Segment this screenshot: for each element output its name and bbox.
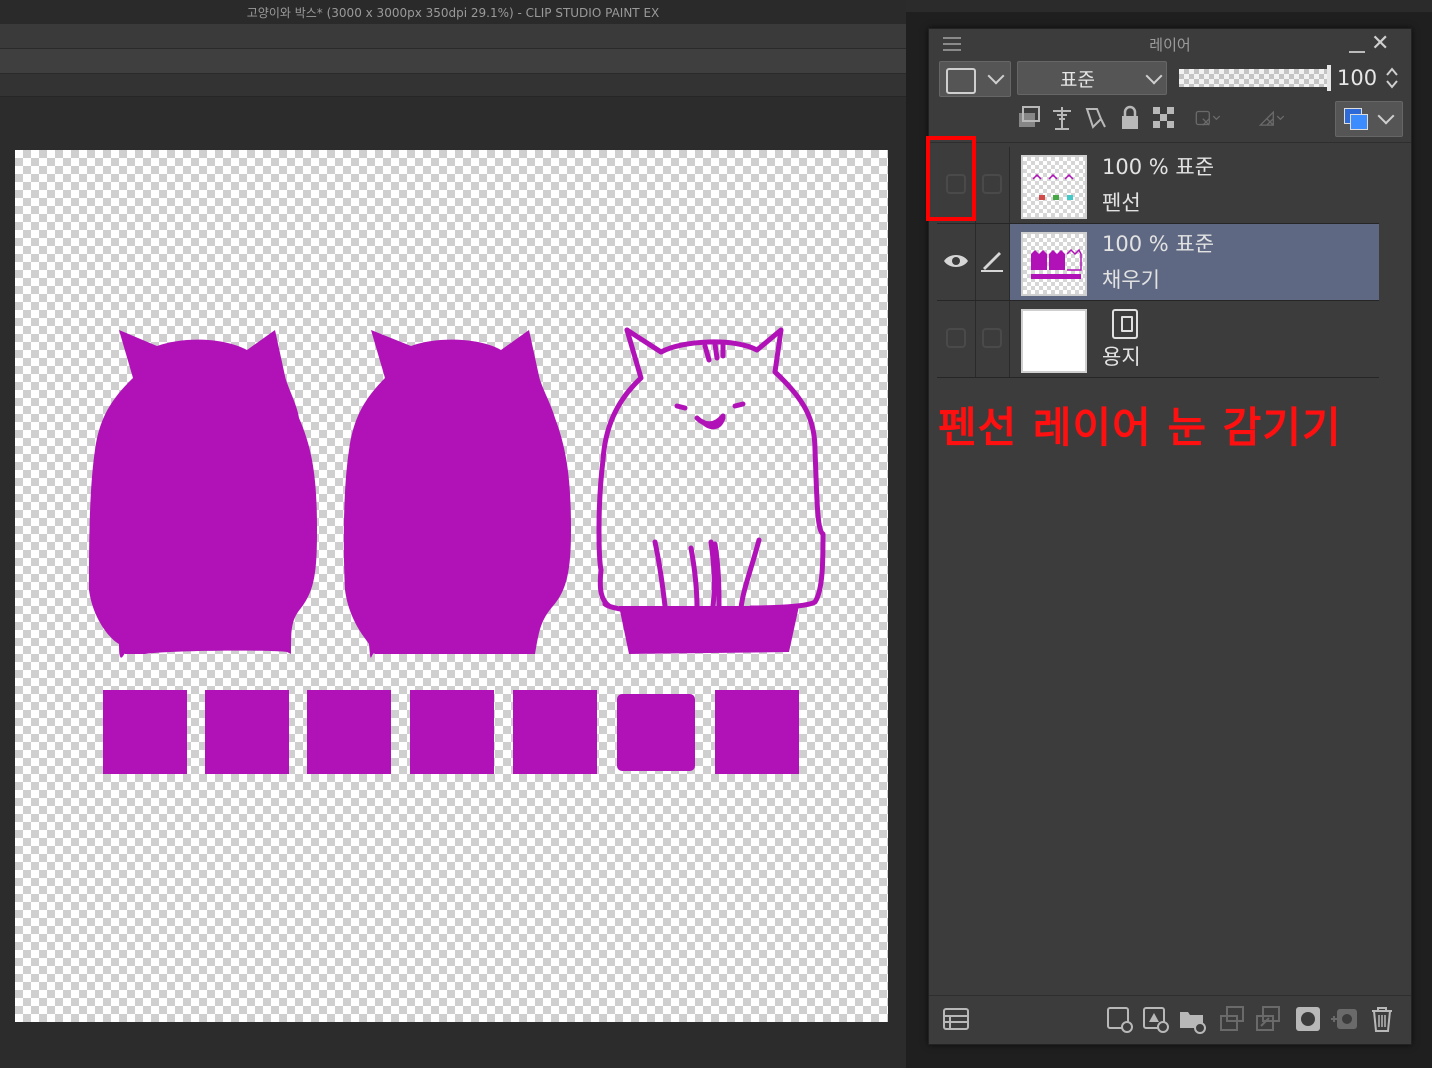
opacity-value[interactable]: 100: [1337, 61, 1387, 95]
layer-property-icon[interactable]: [941, 1004, 971, 1034]
edit-off-checkbox[interactable]: [982, 328, 1002, 348]
layer-thumbnail: [1021, 155, 1087, 219]
chevron-down-icon: [987, 67, 1005, 85]
menu-bar[interactable]: [0, 24, 906, 49]
layer-panel-title: 레이어: [1149, 35, 1191, 54]
chevron-down-icon: [1377, 107, 1395, 125]
cat-fill-shape-2: [343, 330, 571, 658]
layer-name: 펜선: [1102, 191, 1141, 215]
edit-toggle-pen-line[interactable]: [975, 147, 1010, 223]
thumbnail-art: [1032, 173, 1074, 200]
chevron-down-icon: [1145, 67, 1163, 85]
opacity-spinner-icon[interactable]: [1385, 65, 1399, 91]
layer-row-pen-line[interactable]: 100 % 표준 펜선: [937, 147, 1379, 224]
layer-info-paper[interactable]: 용지: [1010, 301, 1379, 377]
pen-edit-icon[interactable]: [979, 246, 1005, 272]
box-square-1: [103, 690, 187, 774]
cat-box-fill: [619, 606, 799, 654]
layer-name: 용지: [1102, 345, 1141, 369]
clip-to-layer-below-icon[interactable]: [1017, 105, 1043, 131]
annotation-highlight-box: [926, 136, 976, 221]
layer-info-pen-line[interactable]: 100 % 표준 펜선: [1010, 147, 1379, 223]
layer-color-dropdown[interactable]: [939, 61, 1011, 97]
transfer-to-lower-layer-icon[interactable]: [1217, 1004, 1247, 1034]
new-vector-layer-icon[interactable]: [1141, 1004, 1171, 1034]
new-raster-layer-icon[interactable]: [1105, 1004, 1135, 1034]
layer-row-paper[interactable]: 용지: [937, 301, 1379, 378]
blend-mode-select[interactable]: 표준: [1017, 61, 1167, 95]
lock-layer-icon[interactable]: [1117, 105, 1143, 131]
draft-layer-icon[interactable]: [1083, 105, 1109, 131]
layer-info-fill[interactable]: 100 % 표준 채우기: [1010, 224, 1379, 300]
box-square-3: [307, 690, 391, 774]
box-square-5: [513, 690, 597, 774]
layer-color-swatch-icon: [946, 68, 976, 94]
sub-color-icon: [1350, 114, 1368, 130]
command-bar[interactable]: [0, 49, 906, 74]
visibility-toggle-fill[interactable]: [937, 224, 976, 300]
opacity-slider-thumb[interactable]: [1327, 65, 1331, 91]
layer-thumbnail: [1021, 232, 1087, 296]
layer-panel: 레이어 ✕ 표준 100 100 % 표준 펜선 100 % 표준 채우기 용지: [928, 28, 1412, 1045]
box-square-7: [715, 690, 799, 774]
lock-transparent-pixels-icon[interactable]: [1151, 105, 1177, 131]
layer-color-pair-dropdown[interactable]: [1335, 101, 1403, 137]
annotation-text: 펜선 레이어 눈 감기기: [938, 403, 1342, 452]
tool-property-bar: [0, 74, 906, 97]
apply-mask-icon[interactable]: [1329, 1004, 1359, 1034]
layer-opacity-mode: 100 % 표준: [1102, 232, 1215, 256]
new-folder-icon[interactable]: [1177, 1004, 1207, 1034]
mask-enable-icon[interactable]: [1195, 105, 1221, 131]
minimize-icon[interactable]: [1349, 39, 1365, 53]
panel-menu-icon[interactable]: [943, 37, 961, 51]
opacity-slider[interactable]: [1179, 65, 1331, 91]
delete-layer-icon[interactable]: [1367, 1004, 1397, 1034]
layer-thumbnail: [1021, 309, 1087, 373]
layer-panel-footer: [929, 995, 1411, 1044]
visibility-toggle-paper[interactable]: [937, 301, 976, 377]
box-square-6: [617, 694, 695, 771]
paper-layer-icon: [1112, 309, 1138, 339]
blend-mode-value: 표준: [1060, 68, 1095, 91]
cat-outline-drawing: [596, 327, 826, 615]
panel-divider: [929, 142, 1411, 143]
edit-toggle-fill[interactable]: [975, 224, 1010, 300]
eye-icon[interactable]: [942, 252, 970, 270]
layer-name: 채우기: [1102, 268, 1160, 292]
window-title: 고양이와 박스* (3000 x 3000px 350dpi 29.1%) - …: [0, 0, 906, 24]
layer-row-fill[interactable]: 100 % 표준 채우기: [937, 224, 1379, 301]
layer-opacity-mode: 100 % 표준: [1102, 155, 1215, 179]
ruler-display-icon[interactable]: [1259, 105, 1285, 131]
edit-toggle-paper[interactable]: [975, 301, 1010, 377]
merge-with-lower-layer-icon[interactable]: [1253, 1004, 1283, 1034]
cat-fill-shape-1: [89, 330, 317, 658]
box-square-2: [205, 690, 289, 774]
create-layer-mask-icon[interactable]: [1293, 1004, 1323, 1034]
canvas-artwork: [89, 327, 826, 774]
edit-off-checkbox[interactable]: [982, 174, 1002, 194]
visibility-off-checkbox[interactable]: [946, 328, 966, 348]
close-icon[interactable]: ✕: [1371, 32, 1389, 56]
reference-layer-icon[interactable]: [1049, 105, 1075, 131]
layer-panel-header: 레이어 ✕: [929, 29, 1411, 59]
thumbnail-art: [1031, 248, 1082, 279]
box-square-4: [410, 690, 494, 774]
drawing-canvas[interactable]: [15, 150, 888, 1022]
